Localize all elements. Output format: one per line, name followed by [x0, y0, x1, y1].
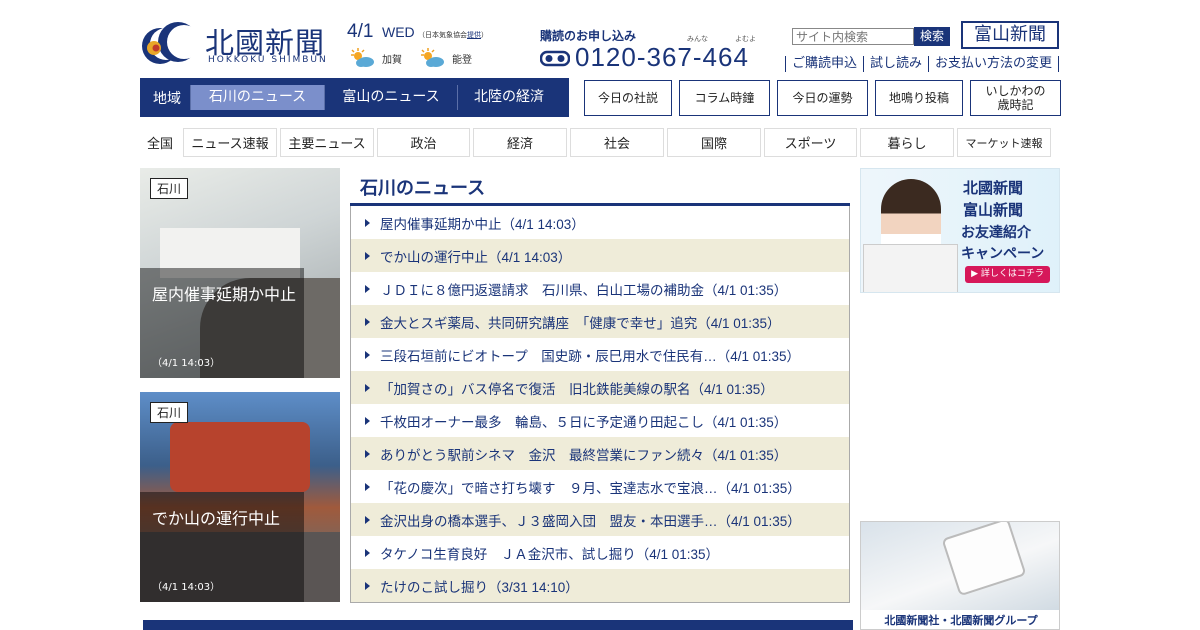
news-item[interactable]: でか山の運行中止（4/1 14:03）	[351, 239, 849, 272]
phone-icon	[941, 522, 1027, 597]
ishikawa-saijiki-link[interactable]: いしかわの 歳時記	[970, 80, 1061, 116]
weather-area-label: 能登	[452, 54, 472, 66]
current-weekday: WED	[382, 24, 415, 40]
trial-link[interactable]: 試し読み	[864, 56, 930, 72]
photo-float	[170, 422, 310, 492]
subscribe-phone[interactable]: 0120-367-464	[575, 42, 749, 73]
weather-noto[interactable]: 能登	[418, 46, 472, 70]
free-dial-icon	[540, 50, 570, 67]
arrow-right-icon	[365, 581, 370, 590]
campaign-banner[interactable]: 北國新聞 富山新聞 お友達紹介 キャンペーン ▶ 詳しくはコチラ	[860, 168, 1060, 293]
category-sports[interactable]: スポーツ	[764, 128, 857, 157]
banner-newspapers	[863, 244, 958, 292]
category-label-national: 全国	[146, 137, 173, 152]
payment-change-link[interactable]: お支払い方法の変更	[929, 56, 1060, 72]
editorial-link[interactable]: 今日の社説	[584, 80, 672, 116]
news-item[interactable]: 三段石垣前にビオトープ 国史跡・辰巳用水で住民有…（4/1 01:35）	[351, 338, 849, 371]
group-banner[interactable]: 北國新聞社・北國新聞グループ	[860, 521, 1060, 630]
arrow-right-icon	[365, 515, 370, 524]
banner-details-button[interactable]: ▶ 詳しくはコチラ	[965, 266, 1050, 283]
arrow-right-icon	[365, 383, 370, 392]
news-item[interactable]: ＪＤＩに８億円返還請求 石川県、白山工場の補助金（4/1 01:35）	[351, 272, 849, 305]
arrow-right-icon	[365, 416, 370, 425]
category-living[interactable]: 暮らし	[860, 128, 954, 157]
region-nav-label: 地域	[153, 90, 181, 107]
category-breaking-news[interactable]: ニュース速報	[183, 128, 277, 157]
banner-line: キャンペーン	[961, 246, 1045, 262]
header-links: ご購読申込 試し読み お支払い方法の変更	[785, 56, 1060, 72]
news-section-title: 石川のニュース	[360, 178, 486, 199]
banner-line: お友達紹介	[961, 225, 1031, 241]
region-nav: 地域 石川のニュース 富山のニュース 北陸の経済	[140, 78, 569, 117]
search-button[interactable]: 検索	[914, 27, 950, 46]
region-tag: 石川	[150, 178, 189, 199]
region-tag: 石川	[150, 402, 189, 423]
search-input[interactable]	[792, 28, 914, 45]
arrow-right-icon	[365, 482, 370, 491]
arrow-right-icon	[365, 449, 370, 458]
news-item[interactable]: 千枚田オーナー最多 輪島、５日に予定通り田起こし（4/1 01:35）	[351, 404, 849, 437]
tab-toyama-news[interactable]: 富山のニュース	[324, 85, 457, 110]
card-time: （4/1 14:03）	[152, 582, 221, 593]
card-caption: 屋内催事延期か中止	[152, 285, 297, 304]
card-caption: でか山の運行中止	[152, 509, 281, 528]
logo-mark	[142, 22, 198, 64]
subscribe-link[interactable]: ご購読申込	[785, 56, 865, 72]
weather-area-label: 加賀	[382, 54, 402, 66]
news-item[interactable]: 金大とスギ薬局、共同研究講座 「健康で幸せ」追究（4/1 01:35）	[351, 305, 849, 338]
news-list: 屋内催事延期か中止（4/1 14:03） でか山の運行中止（4/1 14:03）…	[350, 206, 850, 603]
arrow-right-icon	[365, 284, 370, 293]
category-market-news[interactable]: マーケット速報	[957, 128, 1051, 157]
arrow-right-icon	[365, 548, 370, 557]
reader-post-link[interactable]: 地鳴り投稿	[875, 80, 963, 116]
category-main-news[interactable]: 主要ニュース	[280, 128, 374, 157]
group-banner-footer: 北國新聞社・北國新聞グループ	[861, 610, 1059, 629]
tab-hokuriku-economy[interactable]: 北陸の経済	[457, 85, 560, 110]
sun-cloud-icon	[421, 48, 444, 67]
bottom-banner[interactable]	[143, 620, 853, 630]
category-economy[interactable]: 経済	[473, 128, 567, 157]
news-item[interactable]: ありがとう駅前シネマ 金沢 最終営業にファン続々（4/1 01:35）	[351, 437, 849, 470]
weather-credit-link[interactable]: 提供	[467, 31, 481, 39]
news-item[interactable]: タケノコ生育良好 ＪＡ金沢市、試し掘り（4/1 01:35）	[351, 536, 849, 569]
card-time: （4/1 14:03）	[152, 358, 221, 369]
news-item[interactable]: 「加賀さの」バス停名で復活 旧北鉄能美線の駅名（4/1 01:35）	[351, 371, 849, 404]
column-jisho-link[interactable]: コラム時鐘	[679, 80, 770, 116]
tab-ishikawa-news[interactable]: 石川のニュース	[190, 85, 324, 110]
horoscope-link[interactable]: 今日の運勢	[777, 80, 868, 116]
news-section-header: 石川のニュース	[350, 168, 850, 206]
logo-subtitle: HOKKOKU SHIMBUN	[208, 55, 328, 65]
news-item[interactable]: 「花の慶次」で暗さ打ち壊す ９月、宝達志水で宝浪…（4/1 01:35）	[351, 470, 849, 503]
category-international[interactable]: 国際	[667, 128, 761, 157]
arrow-right-icon	[365, 218, 370, 227]
category-society[interactable]: 社会	[570, 128, 664, 157]
category-politics[interactable]: 政治	[377, 128, 470, 157]
weather-credit: （日本気象協会提供）	[418, 31, 488, 39]
banner-line: 北國新聞	[963, 179, 1024, 197]
arrow-right-icon	[365, 251, 370, 260]
category-nav: 全国 ニュース速報 主要ニュース 政治 経済 社会 国際 スポーツ 暮らし マー…	[140, 128, 1051, 157]
banner-line: 富山新聞	[963, 201, 1024, 219]
news-item[interactable]: 金沢出身の橋本選手、Ｊ３盛岡入団 盟友・本田選手…（4/1 01:35）	[351, 503, 849, 536]
news-item[interactable]: 屋内催事延期か中止（4/1 14:03）	[351, 206, 849, 239]
photo-card[interactable]: 石川 でか山の運行中止 （4/1 14:03）	[140, 392, 340, 602]
current-date: 4/1	[347, 21, 374, 42]
news-item[interactable]: たけのこ試し掘り（3/31 14:10）	[351, 569, 849, 602]
weather-kaga[interactable]: 加賀	[348, 46, 402, 70]
arrow-right-icon	[365, 350, 370, 359]
arrow-right-icon	[365, 317, 370, 326]
toyama-shimbun-button[interactable]: 富山新聞	[961, 21, 1059, 49]
photo-card[interactable]: 石川 屋内催事延期か中止 （4/1 14:03）	[140, 168, 340, 378]
sun-cloud-icon	[351, 48, 374, 67]
column-nav: 今日の社説 コラム時鐘 今日の運勢 地鳴り投稿 いしかわの 歳時記	[584, 80, 1061, 116]
